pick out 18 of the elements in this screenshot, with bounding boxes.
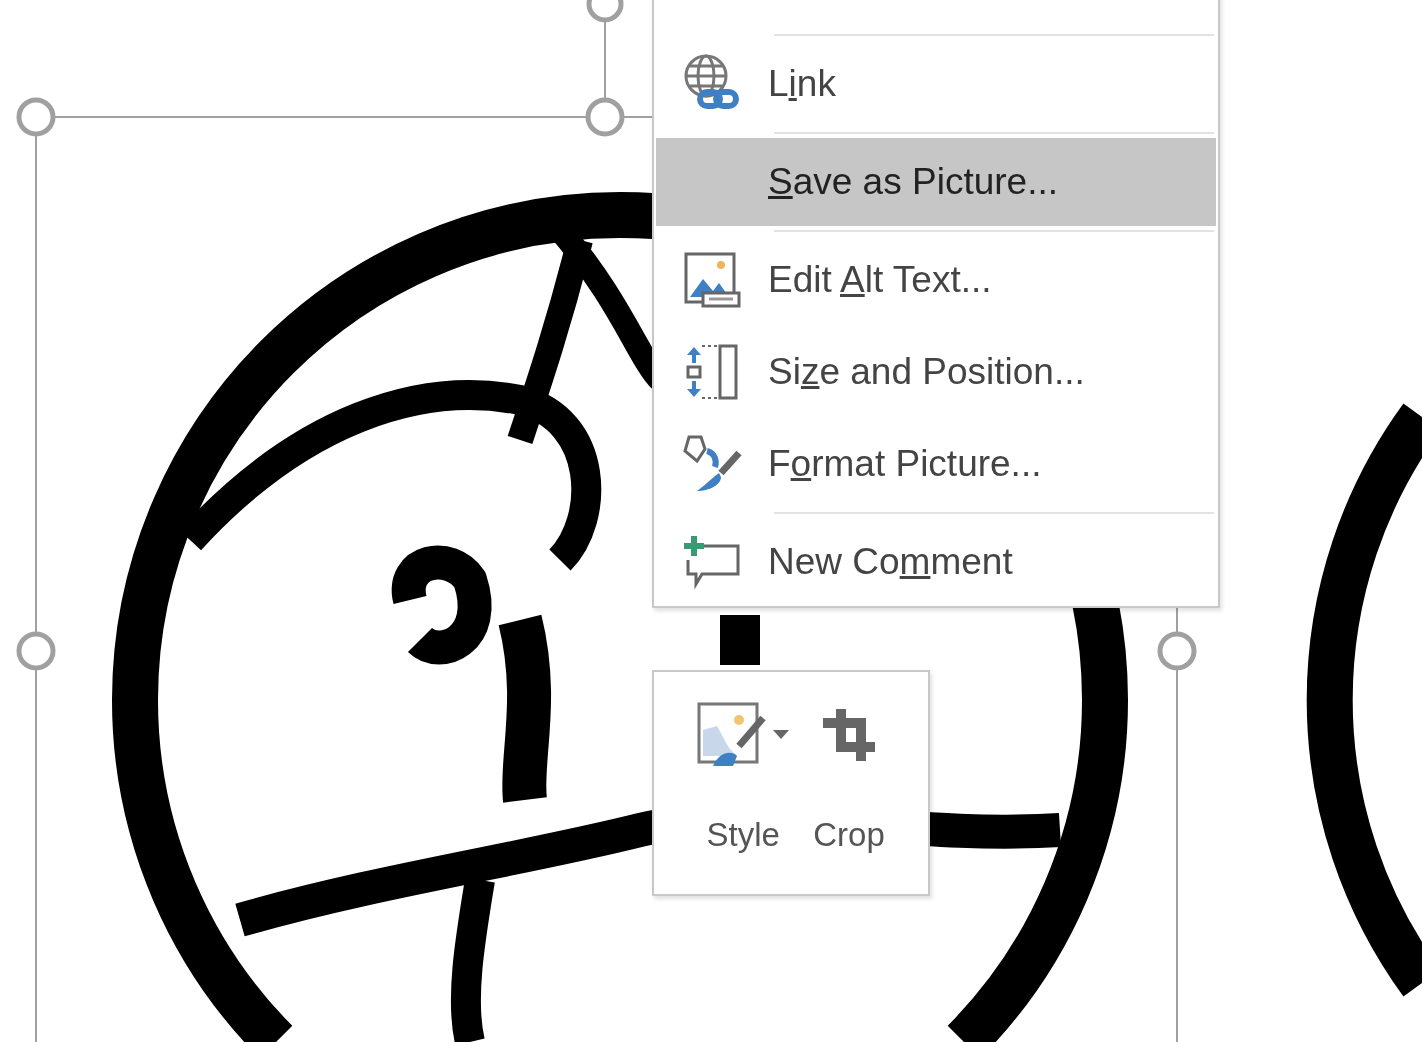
resize-handle[interactable] — [16, 97, 56, 137]
toolbar-button[interactable]: Crop — [813, 700, 885, 860]
resize-handle[interactable] — [585, 97, 625, 137]
crop-icon — [821, 707, 877, 763]
menu-item[interactable]: Edit Alt Text... — [656, 236, 1216, 324]
menu-item[interactable]: Link — [656, 40, 1216, 128]
menu-item[interactable]: Format Picture... — [656, 420, 1216, 508]
picture-style-icon — [697, 702, 768, 768]
menu-item[interactable]: New Comment — [656, 518, 1216, 606]
resize-handle[interactable] — [16, 631, 56, 671]
toolbar-button[interactable]: Style — [697, 700, 790, 860]
picture-icon — [683, 251, 741, 309]
rotate-handle[interactable] — [586, 0, 624, 23]
resize-handle[interactable] — [1157, 631, 1197, 671]
menu-item[interactable]: Save as Picture... — [656, 138, 1216, 226]
comment-icon — [682, 534, 742, 590]
menu-item[interactable]: Size and Position... — [656, 328, 1216, 416]
resize-icon — [684, 343, 740, 401]
